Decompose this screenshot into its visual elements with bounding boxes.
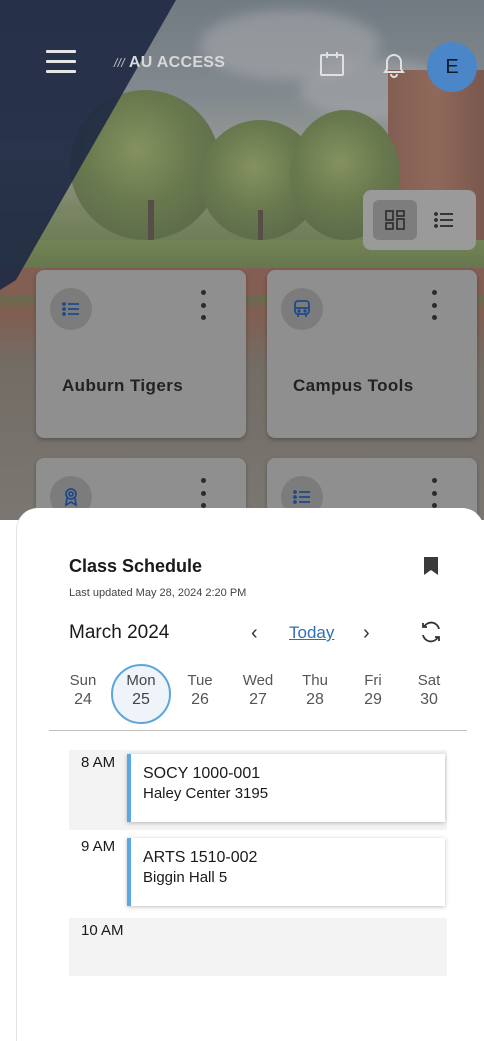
view-toggle: [363, 190, 476, 250]
hour-label: 8 AM: [81, 754, 116, 771]
hour-label: 10 AM: [81, 922, 124, 939]
bookmark-icon[interactable]: [423, 556, 439, 581]
next-week-button[interactable]: ›: [363, 622, 370, 645]
user-avatar[interactable]: E: [427, 42, 477, 92]
class-event[interactable]: ARTS 1510-002 Biggin Hall 5: [127, 838, 445, 906]
bell-icon[interactable]: [380, 50, 408, 83]
list-icon: [50, 288, 92, 330]
bus-icon: [281, 288, 323, 330]
course-code: SOCY 1000-001: [143, 765, 261, 782]
card-title: Auburn Tigers: [62, 376, 184, 395]
card-auburn-tigers[interactable]: Auburn Tigers: [36, 270, 246, 438]
day-wed[interactable]: Wed 27: [232, 672, 284, 710]
class-event[interactable]: SOCY 1000-001 Haley Center 3195: [127, 754, 445, 822]
time-slot-10am: 10 AM: [69, 918, 447, 976]
hour-label: 9 AM: [81, 838, 116, 855]
card-menu-icon[interactable]: [429, 290, 439, 320]
app-logo: ///AU ACCESS: [114, 54, 226, 71]
top-bar: ///AU ACCESS E: [0, 36, 484, 92]
list-view-icon[interactable]: [422, 200, 466, 240]
calendar-icon[interactable]: [318, 50, 346, 83]
menu-icon[interactable]: [46, 50, 76, 76]
day-thu[interactable]: Thu 28: [289, 672, 341, 710]
day-tue[interactable]: Tue 26: [174, 672, 226, 710]
card-campus-tools[interactable]: Campus Tools: [267, 270, 477, 438]
today-link[interactable]: Today: [289, 623, 334, 643]
last-updated-text: Last updated May 28, 2024 2:20 PM: [69, 587, 247, 599]
card-menu-icon[interactable]: [198, 290, 208, 320]
day-fri[interactable]: Fri 29: [347, 672, 399, 710]
class-schedule-sheet: Class Schedule Last updated May 28, 2024…: [16, 508, 484, 1041]
course-code: ARTS 1510-002: [143, 849, 258, 866]
course-location: Biggin Hall 5: [143, 869, 228, 886]
card-menu-icon[interactable]: [198, 478, 208, 508]
time-slot-9am: 9 AM ARTS 1510-002 Biggin Hall 5: [69, 834, 447, 914]
refresh-icon[interactable]: [419, 620, 443, 649]
previous-week-button[interactable]: ‹: [251, 622, 258, 645]
day-sun[interactable]: Sun 24: [57, 672, 109, 710]
week-day-strip: Sun 24 Mon 25 Tue 26 Wed 27 Thu 28 Fri 2…: [57, 664, 457, 732]
day-mon-selected[interactable]: Mon 25: [111, 664, 171, 724]
sheet-title: Class Schedule: [69, 556, 203, 576]
time-slot-8am: 8 AM SOCY 1000-001 Haley Center 3195: [69, 750, 447, 830]
card-menu-icon[interactable]: [429, 478, 439, 508]
day-sat[interactable]: Sat 30: [403, 672, 455, 710]
month-label: March 2024: [69, 622, 170, 643]
course-location: Haley Center 3195: [143, 785, 269, 802]
card-title: Campus Tools: [293, 376, 414, 395]
grid-view-icon[interactable]: [373, 200, 418, 240]
